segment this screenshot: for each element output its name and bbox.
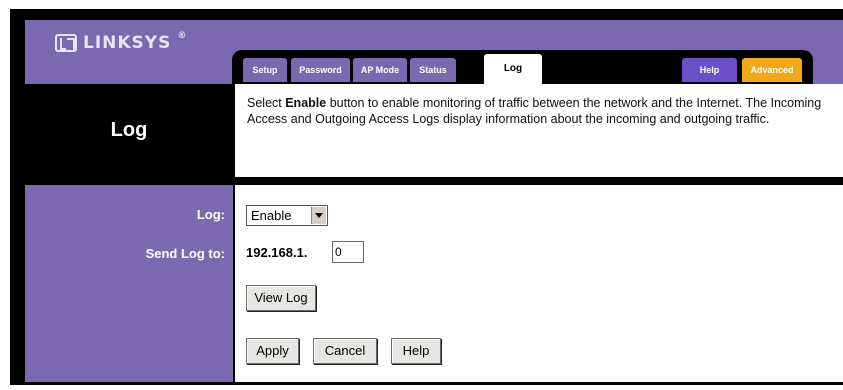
send-log-label: Send Log to: [145,246,225,261]
tab-advanced[interactable]: Advanced [742,58,802,82]
linksys-logo-icon [55,34,77,52]
tab-status[interactable]: Status [410,58,456,82]
cancel-button[interactable]: Cancel [313,338,377,364]
label-panel: Log: Send Log to: [25,185,233,382]
description-post: button to enable monitoring of traffic b… [247,96,822,126]
log-select-value: Enable [251,208,292,223]
brand-reg-mark: ® [177,31,187,41]
ip-prefix: 192.168.1. [246,245,308,260]
tab-help[interactable]: Help [682,58,737,82]
apply-button[interactable]: Apply [246,338,299,364]
brand-name: LINKSYS [83,33,172,53]
tab-log[interactable]: Log [484,54,542,84]
log-select[interactable]: Enable [246,205,328,226]
form-area: Enable 192.168.1. View Log Apply Cancel … [235,185,843,382]
description-pre: Select [247,96,286,110]
tab-password[interactable]: Password [291,58,350,82]
page-title: Log [110,119,148,141]
ip-last-octet-input[interactable] [332,241,364,263]
tab-ap-mode[interactable]: AP Mode [353,58,407,82]
view-log-button[interactable]: View Log [246,285,316,311]
linksys-logo: LINKSYS ® [55,30,186,56]
description-box: Select Enable button to enable monitorin… [235,84,843,177]
help-button[interactable]: Help [391,338,441,364]
chevron-down-icon[interactable] [311,207,326,224]
section-divider [235,177,843,185]
tab-strip: Setup Password AP Mode Status Log Help A… [232,50,813,84]
log-label: Log: [196,207,225,222]
title-panel: Log [25,84,233,177]
tab-setup[interactable]: Setup [243,58,287,82]
description-bold: Enable [285,96,327,110]
